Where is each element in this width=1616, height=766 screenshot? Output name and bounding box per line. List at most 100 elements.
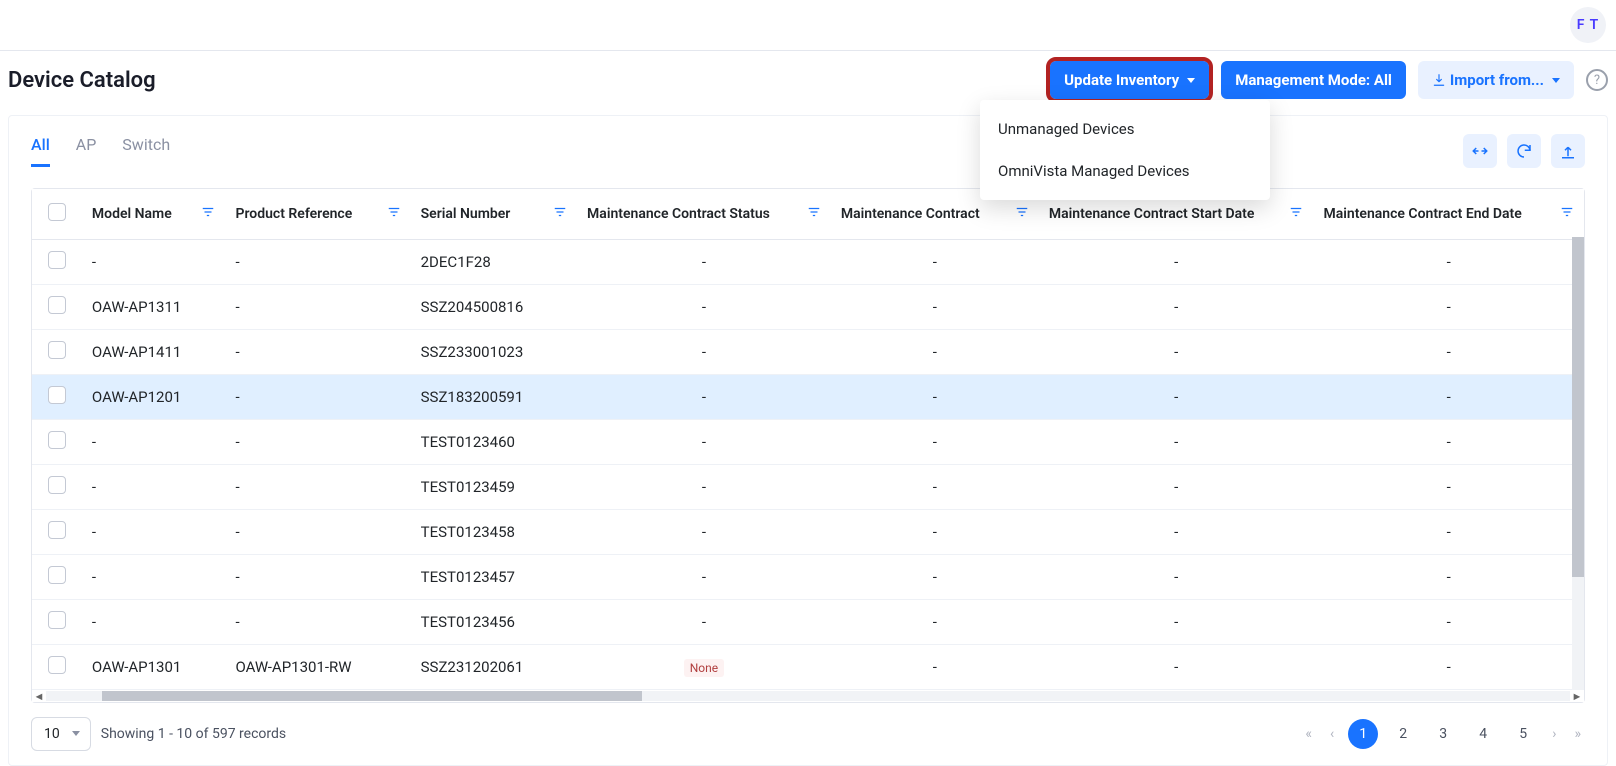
dropdown-item-omnivista[interactable]: OmniVista Managed Devices bbox=[980, 150, 1270, 192]
help-icon[interactable]: ? bbox=[1586, 69, 1608, 91]
page-5[interactable]: 5 bbox=[1508, 719, 1538, 749]
table-row[interactable]: OAW-AP1411-SSZ233001023---- bbox=[32, 330, 1584, 375]
cell-mcs: - bbox=[577, 600, 831, 645]
row-checkbox[interactable] bbox=[48, 341, 66, 359]
cell-serial: TEST0123458 bbox=[411, 510, 577, 555]
prev-page-button[interactable]: ‹ bbox=[1326, 722, 1338, 746]
cell-mcsd: - bbox=[1039, 600, 1314, 645]
refresh-button[interactable] bbox=[1507, 134, 1541, 168]
cell-mc: - bbox=[831, 645, 1039, 690]
fit-columns-button[interactable] bbox=[1463, 134, 1497, 168]
cell-mcs: - bbox=[577, 330, 831, 375]
caret-down-icon bbox=[1187, 78, 1195, 83]
col-header-label: Serial Number bbox=[421, 206, 511, 222]
caret-down-icon bbox=[1552, 78, 1560, 83]
horizontal-scrollbar[interactable] bbox=[46, 691, 1570, 701]
row-checkbox[interactable] bbox=[48, 521, 66, 539]
col-header[interactable]: Serial Number bbox=[411, 189, 577, 240]
page-size-value: 10 bbox=[44, 726, 60, 742]
col-header[interactable]: Model Name bbox=[82, 189, 226, 240]
export-button[interactable] bbox=[1551, 134, 1585, 168]
table-row[interactable]: --TEST0123458---- bbox=[32, 510, 1584, 555]
cell-mcsd: - bbox=[1039, 240, 1314, 285]
tab-switch[interactable]: Switch bbox=[122, 135, 170, 167]
filter-icon[interactable] bbox=[807, 205, 821, 223]
table-row[interactable]: --TEST0123459---- bbox=[32, 465, 1584, 510]
vertical-scrollbar[interactable] bbox=[1572, 237, 1584, 690]
row-checkbox[interactable] bbox=[48, 431, 66, 449]
upload-icon bbox=[1559, 142, 1577, 160]
table-row[interactable]: OAW-AP1201-SSZ183200591---- bbox=[32, 375, 1584, 420]
cell-mcsd: - bbox=[1039, 645, 1314, 690]
next-page-button[interactable]: › bbox=[1548, 722, 1560, 746]
col-header[interactable]: Product Reference bbox=[225, 189, 410, 240]
cell-serial: TEST0123457 bbox=[411, 555, 577, 600]
cell-ref: - bbox=[225, 420, 410, 465]
row-checkbox[interactable] bbox=[48, 611, 66, 629]
page-4[interactable]: 4 bbox=[1468, 719, 1498, 749]
cell-mcs: - bbox=[577, 555, 831, 600]
record-count-text: Showing 1 - 10 of 597 records bbox=[101, 726, 286, 742]
last-page-button[interactable]: » bbox=[1570, 722, 1585, 746]
dropdown-item-unmanaged[interactable]: Unmanaged Devices bbox=[980, 108, 1270, 150]
cell-ref: - bbox=[225, 375, 410, 420]
filter-icon[interactable] bbox=[387, 205, 401, 223]
import-from-button[interactable]: Import from... bbox=[1418, 61, 1574, 99]
first-page-button[interactable]: « bbox=[1301, 722, 1316, 746]
filter-icon[interactable] bbox=[1560, 205, 1574, 223]
cell-mced: - bbox=[1313, 465, 1584, 510]
cell-mc: - bbox=[831, 285, 1039, 330]
table-row[interactable]: OAW-AP1301OAW-AP1301-RWSSZ231202061None-… bbox=[32, 645, 1584, 690]
update-inventory-button[interactable]: Update Inventory bbox=[1050, 61, 1209, 99]
cell-mcs: - bbox=[577, 375, 831, 420]
col-header-label: Model Name bbox=[92, 206, 172, 222]
page-3[interactable]: 3 bbox=[1428, 719, 1458, 749]
filter-icon[interactable] bbox=[553, 205, 567, 223]
user-avatar[interactable]: F T bbox=[1570, 7, 1606, 43]
cell-mced: - bbox=[1313, 600, 1584, 645]
col-header[interactable]: Maintenance Contract End Date bbox=[1313, 189, 1584, 240]
cell-model: OAW-AP1201 bbox=[82, 375, 226, 420]
tab-ap[interactable]: AP bbox=[76, 135, 97, 167]
cell-mcs: - bbox=[577, 510, 831, 555]
cell-serial: TEST0123456 bbox=[411, 600, 577, 645]
tab-all[interactable]: All bbox=[31, 135, 50, 167]
management-mode-button[interactable]: Management Mode: All bbox=[1221, 61, 1406, 99]
select-all-checkbox[interactable] bbox=[48, 203, 66, 221]
management-mode-label: Management Mode: All bbox=[1235, 71, 1392, 89]
cell-serial: SSZ183200591 bbox=[411, 375, 577, 420]
table-row[interactable]: --2DEC1F28---- bbox=[32, 240, 1584, 285]
update-inventory-label: Update Inventory bbox=[1064, 71, 1179, 89]
row-checkbox[interactable] bbox=[48, 566, 66, 584]
cell-mcsd: - bbox=[1039, 375, 1314, 420]
row-checkbox[interactable] bbox=[48, 476, 66, 494]
row-checkbox[interactable] bbox=[48, 251, 66, 269]
chevron-down-icon bbox=[72, 731, 80, 736]
cell-mced: - bbox=[1313, 645, 1584, 690]
col-header-label: Product Reference bbox=[235, 206, 352, 222]
filter-icon[interactable] bbox=[1289, 205, 1303, 223]
table-row[interactable]: --TEST0123460---- bbox=[32, 420, 1584, 465]
scroll-left-button[interactable]: ◄ bbox=[32, 690, 46, 703]
scroll-right-button[interactable]: ► bbox=[1570, 690, 1584, 703]
table-row[interactable]: --TEST0123457---- bbox=[32, 555, 1584, 600]
page-size-select[interactable]: 10 bbox=[31, 717, 91, 751]
filter-icon[interactable] bbox=[1015, 205, 1029, 223]
page-1[interactable]: 1 bbox=[1348, 719, 1378, 749]
cell-mcsd: - bbox=[1039, 285, 1314, 330]
page-2[interactable]: 2 bbox=[1388, 719, 1418, 749]
cell-serial: SSZ204500816 bbox=[411, 285, 577, 330]
filter-icon[interactable] bbox=[201, 205, 215, 223]
col-header[interactable]: Maintenance Contract Status bbox=[577, 189, 831, 240]
table-row[interactable]: OAW-AP1311-SSZ204500816---- bbox=[32, 285, 1584, 330]
cell-mcsd: - bbox=[1039, 465, 1314, 510]
row-checkbox[interactable] bbox=[48, 386, 66, 404]
cell-serial: 2DEC1F28 bbox=[411, 240, 577, 285]
row-checkbox[interactable] bbox=[48, 656, 66, 674]
cell-ref: OAW-AP1301-RW bbox=[225, 645, 410, 690]
cell-mc: - bbox=[831, 420, 1039, 465]
cell-ref: - bbox=[225, 330, 410, 375]
cell-model: - bbox=[82, 555, 226, 600]
table-row[interactable]: --TEST0123456---- bbox=[32, 600, 1584, 645]
row-checkbox[interactable] bbox=[48, 296, 66, 314]
